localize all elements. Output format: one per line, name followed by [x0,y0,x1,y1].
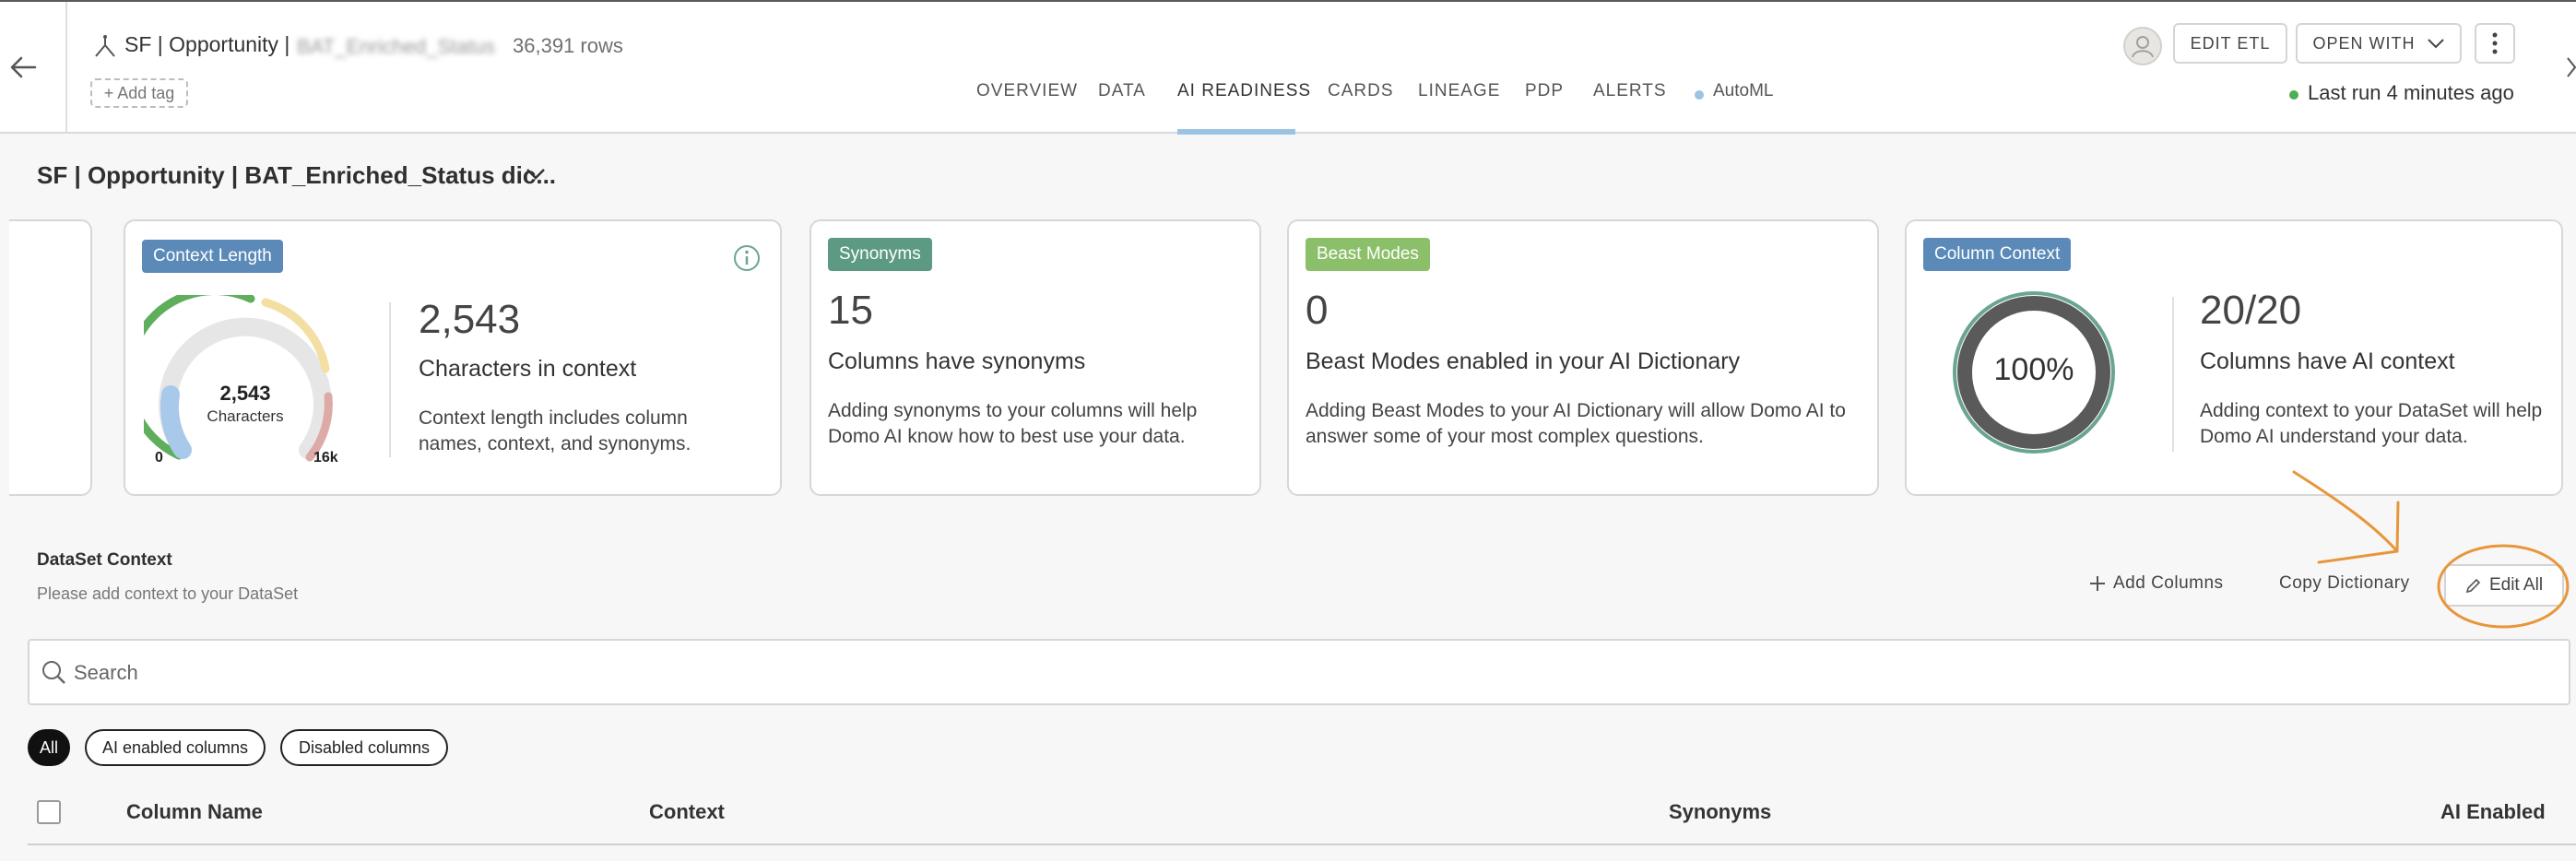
user-icon [2132,36,2154,58]
beast-modes-badge: Beast Modes [1306,238,1430,271]
filter-disabled[interactable]: Disabled columns [280,729,448,766]
chevron-right-icon[interactable] [2567,57,2576,77]
gauge-max: 16k [313,450,338,466]
tab-lineage[interactable]: LINEAGE [1418,81,1500,101]
dataset-etl-icon [95,35,115,57]
column-context-subtitle: Columns have AI context [2200,348,2455,374]
active-tab-indicator [1177,129,1295,135]
dataset-title-redacted: BAT_Enriched_Status [297,35,495,58]
column-context-badge: Column Context [1923,238,2072,271]
more-options-button[interactable] [2475,23,2515,64]
beast-modes-card: Beast Modes 0 Beast Modes enabled in you… [1287,219,1879,496]
column-header-context[interactable]: Context [649,800,725,824]
tab-cards[interactable]: CARDS [1328,81,1394,101]
tab-data[interactable]: DATA [1098,81,1146,101]
card-divider [2172,297,2174,452]
gauge-min: 0 [155,450,163,466]
filter-all[interactable]: All [28,729,70,766]
column-context-number: 20/20 [2200,288,2302,333]
copy-dictionary-label: Copy Dictionary [2279,573,2410,593]
add-columns-label: Add Columns [2113,573,2224,593]
gauge-unit: Characters [207,407,284,425]
card-divider [389,302,391,457]
column-context-card: Column Context 100% 20/20 Columns have A… [1905,219,2563,496]
pencil-icon [2465,578,2481,594]
search-icon [42,661,65,684]
chevron-down-icon [2427,39,2444,49]
tab-alerts[interactable]: ALERTS [1593,81,1667,101]
column-header-name[interactable]: Column Name [126,800,263,824]
add-columns-button[interactable]: Add Columns [2089,573,2224,594]
column-header-synonyms[interactable]: Synonyms [1669,800,1771,824]
tab-ai-readiness[interactable]: AI READINESS [1177,81,1311,101]
plus-icon [2090,576,2105,591]
open-with-label: OPEN WITH [2312,33,2416,53]
search-bar [28,639,2570,705]
search-input[interactable] [72,654,629,692]
dataset-title: SF | Opportunity | [124,32,290,56]
dictionary-selector[interactable]: SF | Opportunity | BAT_Enriched_Status d… [37,161,556,190]
gauge-value: 2,543 [219,382,271,405]
tab-overview[interactable]: OVERVIEW [976,81,1078,101]
kebab-menu-icon [2492,32,2498,54]
beast-modes-number: 0 [1306,288,1329,333]
edit-etl-label: EDIT ETL [2190,33,2271,53]
table-header-divider [28,843,2576,845]
edit-all-button[interactable]: Edit All [2444,564,2564,607]
column-context-description: Adding context to your DataSet will help… [2200,400,2543,447]
beast-modes-subtitle: Beast Modes enabled in your AI Dictionar… [1306,348,1741,374]
last-run-text: Last run 4 minutes ago [2308,81,2514,104]
filter-ai-enabled[interactable]: AI enabled columns [85,729,266,766]
chevron-down-icon[interactable] [526,168,546,181]
synonyms-badge: Synonyms [828,238,932,271]
beast-modes-description: Adding Beast Modes to your AI Dictionary… [1306,400,1846,447]
add-tag-button[interactable]: + Add tag [90,78,188,108]
back-arrow-icon [10,56,37,78]
copy-dictionary-button[interactable]: Copy Dictionary [2279,573,2410,594]
synonyms-card: Synonyms 15 Columns have synonyms Adding… [809,219,1261,496]
edit-etl-button[interactable]: EDIT ETL [2173,23,2287,64]
context-length-number: 2,543 [419,297,521,342]
context-length-subtitle: Characters in context [419,356,637,382]
info-icon[interactable] [732,243,762,273]
last-run-status-dot [2289,90,2298,100]
synonyms-subtitle: Columns have synonyms [828,348,1086,374]
edit-all-label: Edit All [2488,575,2544,595]
context-length-description: Context length includes column names, co… [419,407,691,454]
tab-automl[interactable]: AutoML [1713,81,1773,101]
dataset-context-label: DataSet Context [37,550,172,570]
context-length-badge: Context Length [142,240,283,273]
previous-card-partial [9,219,92,496]
automl-status-dot [1695,90,1704,100]
column-context-percent: 100% [1993,352,2074,387]
synonyms-number: 15 [828,288,873,333]
owner-avatar[interactable] [2123,27,2162,65]
back-button[interactable] [0,2,67,134]
top-bar: SF | Opportunity | BAT_Enriched_Status 3… [0,0,2576,135]
column-header-ai-enabled[interactable]: AI Enabled [2440,800,2546,824]
dataset-context-hint: Please add context to your DataSet [37,584,299,603]
synonyms-description: Adding synonyms to your columns will hel… [828,400,1198,447]
select-all-checkbox[interactable] [37,800,61,824]
row-count: 36,391 rows [513,34,623,57]
context-length-card: Context Length 2,543 Characters 0 16k 2,… [124,219,782,496]
open-with-button[interactable]: OPEN WITH [2296,23,2462,64]
tab-pdp[interactable]: PDP [1525,81,1564,101]
